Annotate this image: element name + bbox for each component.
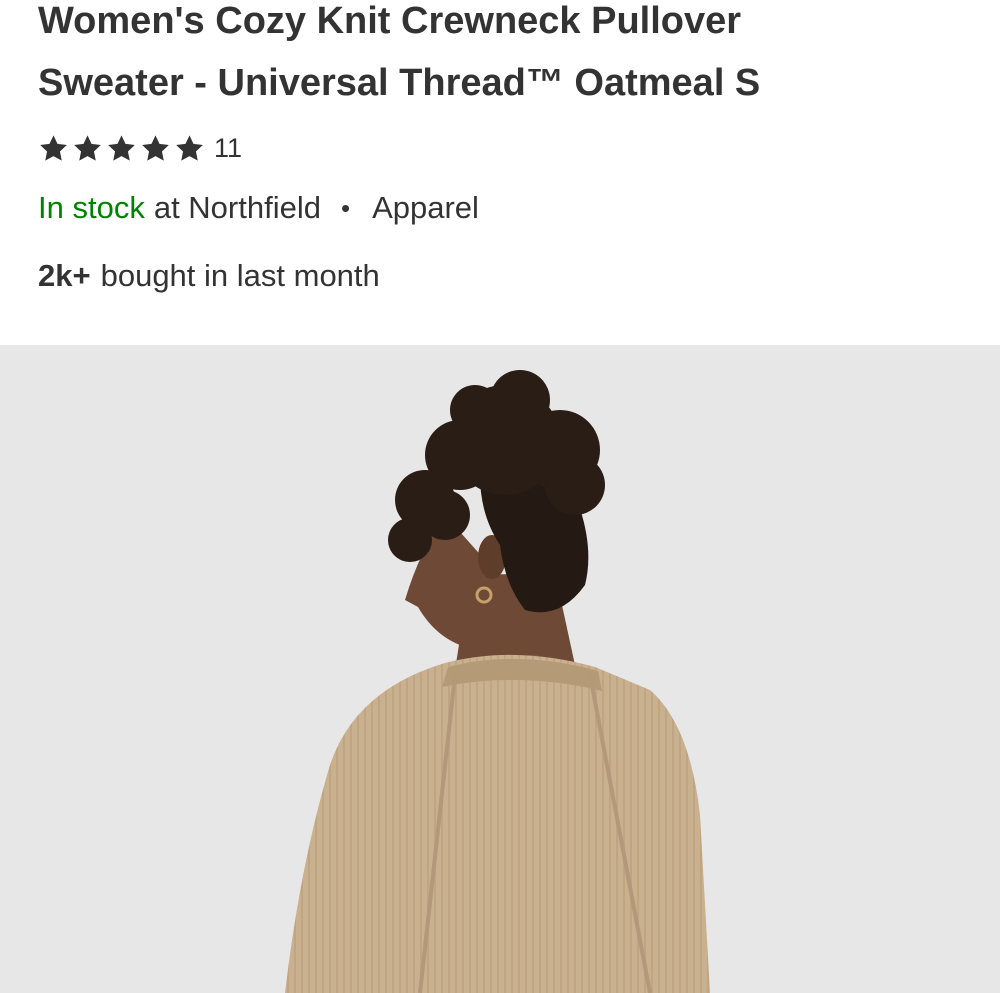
star-icon xyxy=(176,134,203,161)
product-image[interactable] xyxy=(0,345,1000,993)
category-label: Apparel xyxy=(372,190,479,225)
product-title-line-1: Women's Cozy Knit Crewneck Pullover xyxy=(38,0,742,42)
rating-summary[interactable]: 11 xyxy=(38,128,242,168)
availability-row: In stock at Northfield • Apparel xyxy=(38,186,479,230)
star-rating xyxy=(38,133,205,164)
bought-text: bought in last month xyxy=(100,258,380,293)
star-icon xyxy=(40,134,67,161)
rating-count[interactable]: 11 xyxy=(214,133,242,164)
store-location[interactable]: at Northfield xyxy=(154,190,321,226)
separator-bullet: • xyxy=(340,192,351,223)
product-title-line-2: Sweater - Universal Thread™ Oatmeal S xyxy=(38,62,761,104)
product-photo-illustration xyxy=(0,345,1000,993)
purchase-popularity: 2k+ bought in last month xyxy=(38,254,380,298)
in-stock-status: In stock xyxy=(38,190,145,225)
product-header: Women's Cozy Knit Crewneck Pullover Swea… xyxy=(0,0,1000,345)
star-icon xyxy=(108,134,135,161)
bought-count: 2k+ xyxy=(38,258,91,293)
star-icon xyxy=(142,134,169,161)
product-title: Women's Cozy Knit Crewneck Pullover Swea… xyxy=(38,0,968,114)
star-icon xyxy=(74,134,101,161)
